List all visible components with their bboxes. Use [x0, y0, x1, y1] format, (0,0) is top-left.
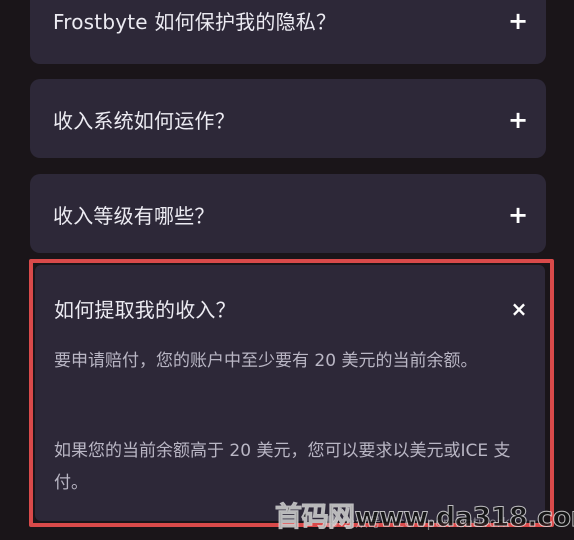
plus-icon[interactable]: + [508, 108, 528, 132]
close-icon[interactable]: × [509, 299, 529, 319]
faq-answer-paragraph: 如果您的当前余额高于 20 美元，您可以要求以美元或ICE 支付。 [54, 441, 511, 493]
faq-header[interactable]: 如何提取我的收入？ × [54, 294, 529, 323]
faq-item-withdraw-expanded[interactable]: 如何提取我的收入？ × 要申请赔付，您的账户中至少要有 20 美元的当前余额。 … [35, 265, 545, 521]
faq-header[interactable]: Frostbyte 如何保护我的隐私？ + [53, 6, 528, 35]
faq-question: 如何提取我的收入？ [54, 298, 236, 322]
faq-item-income-system[interactable]: 收入系统如何运作？ + [30, 79, 546, 158]
faq-header[interactable]: 收入等级有哪些？ + [53, 200, 528, 229]
faq-question: 收入等级有哪些？ [53, 204, 215, 228]
faq-page: Frostbyte 如何保护我的隐私？ + 收入系统如何运作？ + 收入等级有哪… [0, 0, 574, 540]
faq-header[interactable]: 收入系统如何运作？ + [53, 105, 528, 134]
plus-icon[interactable]: + [508, 203, 528, 227]
faq-question: Frostbyte 如何保护我的隐私？ [53, 10, 337, 34]
faq-item-income-levels[interactable]: 收入等级有哪些？ + [30, 174, 546, 253]
plus-icon[interactable]: + [508, 9, 528, 33]
faq-question: 收入系统如何运作？ [53, 109, 235, 133]
faq-item-privacy[interactable]: Frostbyte 如何保护我的隐私？ + [30, 0, 546, 64]
faq-answer-paragraph: 要申请赔付，您的账户中至少要有 20 美元的当前余额。 [54, 351, 478, 371]
